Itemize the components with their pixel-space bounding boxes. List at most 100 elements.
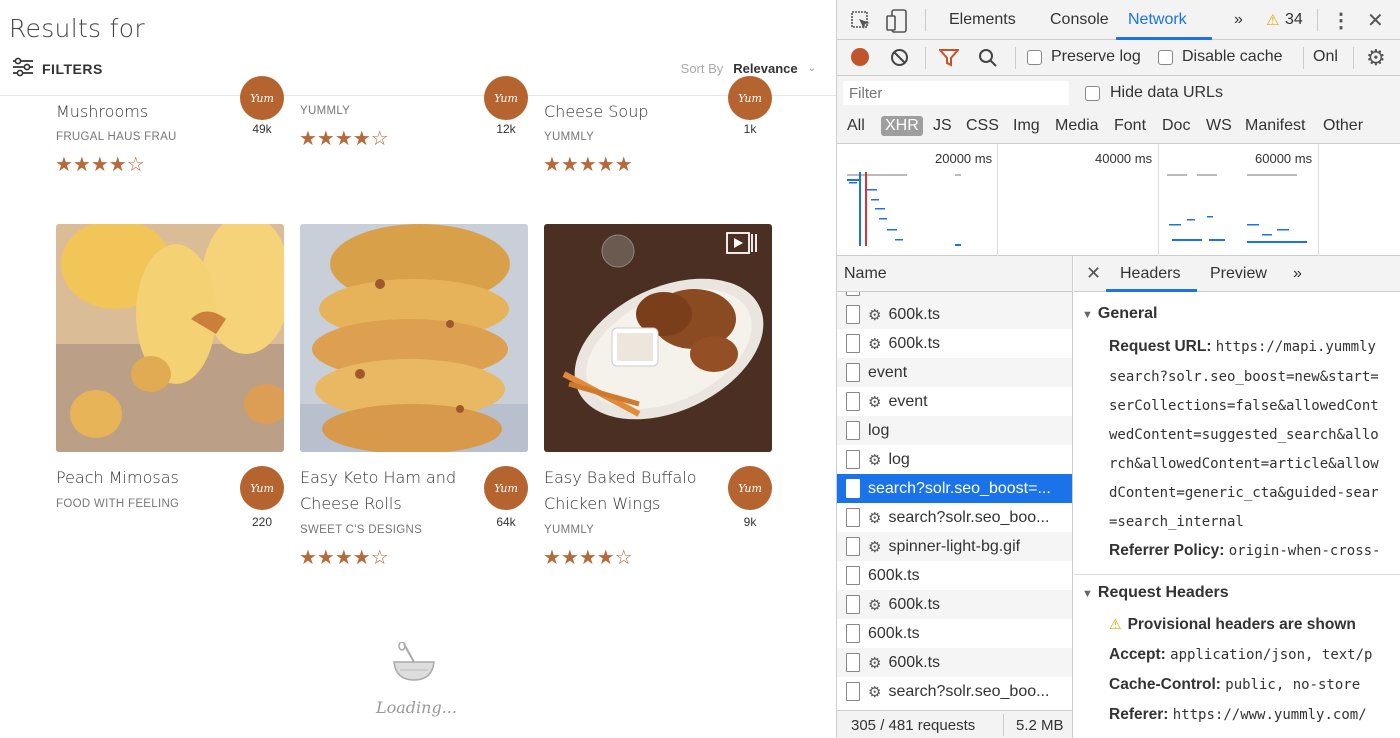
request-url-line: =search_internal <box>1109 514 1244 530</box>
recipe-title[interactable]: Cheese Soup <box>544 99 649 125</box>
recipe-source[interactable]: SWEET C'S DESIGNS <box>300 524 422 536</box>
chevron-down-icon: ⌄ <box>807 63 816 74</box>
hide-data-urls-checkbox[interactable] <box>1085 85 1100 103</box>
type-filter-xhr[interactable]: XHR <box>881 116 923 136</box>
clear-icon[interactable] <box>890 48 909 72</box>
name-column-header[interactable]: Name <box>844 265 887 283</box>
settings-gear-icon[interactable]: ⚙ <box>1366 45 1386 71</box>
yum-button[interactable]: Yum <box>728 76 772 120</box>
preserve-log-label[interactable]: Preserve log <box>1051 48 1141 66</box>
disable-cache-label[interactable]: Disable cache <box>1182 48 1283 66</box>
filter-input[interactable] <box>843 81 1069 105</box>
service-worker-gear-icon: ⚙ <box>868 393 882 411</box>
mixing-bowl-icon <box>392 641 436 689</box>
network-overview-timeline[interactable]: 20000 ms 40000 ms 60000 ms <box>837 144 1400 256</box>
request-row[interactable]: ⚙ search?solr.seo_boo... <box>837 677 1072 706</box>
tab-preview[interactable]: Preview <box>1210 265 1267 283</box>
yum-count: 49k <box>252 122 272 136</box>
kebab-menu-icon[interactable]: ⋮ <box>1331 8 1351 33</box>
more-tabs-button[interactable]: » <box>1234 11 1243 29</box>
document-icon <box>846 624 860 643</box>
request-list-header[interactable]: Name <box>837 256 1073 292</box>
request-row[interactable]: 600k.ts <box>837 561 1072 590</box>
general-section-toggle[interactable]: ▼ General <box>1082 305 1157 323</box>
device-toolbar-icon[interactable] <box>886 9 908 38</box>
filter-funnel-icon[interactable] <box>937 48 961 72</box>
type-filter-img[interactable]: Img <box>1013 117 1040 135</box>
type-filter-font[interactable]: Font <box>1114 117 1146 135</box>
type-filter-manifest[interactable]: Manifest <box>1245 117 1305 135</box>
disable-cache-checkbox[interactable] <box>1158 49 1173 67</box>
close-icon[interactable]: ✕ <box>1086 263 1101 284</box>
request-row[interactable]: ⚙ search?solr.seo_boo... <box>837 503 1072 532</box>
request-row[interactable]: ⚙ event <box>837 387 1072 416</box>
tab-console[interactable]: Console <box>1050 11 1109 29</box>
sort-label: Sort By <box>680 61 724 76</box>
request-headers-section-toggle[interactable]: ▼ Request Headers <box>1082 584 1229 602</box>
request-list[interactable]: ⚙ 600k.ts ⚙ 600k.ts event ⚙ event log ⚙ log search… <box>837 292 1073 710</box>
recipe-title[interactable]: Easy Keto Ham and <box>300 465 456 491</box>
inspect-element-icon[interactable] <box>850 10 872 37</box>
recipe-image-buffalo-wings[interactable] <box>544 224 772 452</box>
recipe-image-keto-ham-rolls[interactable] <box>300 224 528 452</box>
throttling-select[interactable]: Onl <box>1313 48 1338 66</box>
type-filter-doc[interactable]: Doc <box>1162 117 1190 135</box>
recipe-title-line2[interactable]: Chicken Wings <box>544 491 660 517</box>
recipe-source[interactable]: FRUGAL HAUS FRAU <box>56 131 177 143</box>
document-icon <box>846 508 860 527</box>
request-row[interactable]: ⚙ 600k.ts <box>837 590 1072 619</box>
request-row[interactable]: ⚙ 600k.ts <box>837 329 1072 358</box>
network-filter-bar: Hide data URLs All XHR JS CSS Img Media … <box>837 76 1400 144</box>
record-icon[interactable] <box>851 48 869 66</box>
recipe-title[interactable]: Peach Mimosas <box>56 465 179 491</box>
filters-button[interactable]: FILTERS <box>12 57 103 80</box>
yum-button[interactable]: Yum <box>240 466 284 510</box>
sort-dropdown[interactable]: Sort By Relevance ⌄ <box>681 61 816 76</box>
type-filter-js[interactable]: JS <box>933 117 952 135</box>
request-row[interactable]: log <box>837 416 1072 445</box>
request-row[interactable]: ⚙ log <box>837 445 1072 474</box>
document-icon <box>846 566 860 585</box>
header-key: Referer: <box>1109 706 1169 723</box>
request-row[interactable]: ⚙ 600k.ts <box>837 648 1072 677</box>
type-filter-other[interactable]: Other <box>1323 117 1363 135</box>
recipe-title-line2[interactable]: Cheese Rolls <box>300 491 402 517</box>
tab-headers[interactable]: Headers <box>1120 265 1180 283</box>
section-divider <box>1074 574 1400 575</box>
warning-count[interactable]: 34 <box>1285 11 1303 29</box>
type-filter-all[interactable]: All <box>847 117 865 135</box>
divider <box>925 9 926 31</box>
search-icon[interactable] <box>978 48 998 73</box>
request-row[interactable]: ⚙ spinner-light-bg.gif <box>837 532 1072 561</box>
warning-icon[interactable]: ⚠ <box>1266 11 1279 29</box>
recipe-image-peach-mimosas[interactable] <box>56 224 284 452</box>
recipe-source[interactable]: YUMMLY <box>544 131 594 143</box>
recipe-title[interactable]: Easy Baked Buffalo <box>544 465 697 491</box>
header-value: https://www.yummly.com/ <box>1172 707 1367 723</box>
yum-button[interactable]: Yum <box>484 466 528 510</box>
request-row[interactable]: event <box>837 358 1072 387</box>
preserve-log-checkbox[interactable] <box>1027 49 1042 67</box>
type-filter-ws[interactable]: WS <box>1206 117 1232 135</box>
yum-button[interactable]: Yum <box>484 76 528 120</box>
type-filter-media[interactable]: Media <box>1055 117 1099 135</box>
yum-count: 1k <box>743 122 757 136</box>
hide-data-urls-label[interactable]: Hide data URLs <box>1110 84 1223 102</box>
more-tabs-button[interactable]: » <box>1293 265 1302 283</box>
yum-button[interactable]: Yum <box>728 466 772 510</box>
request-row[interactable]: search?solr.seo_boost=... <box>837 474 1072 503</box>
service-worker-gear-icon: ⚙ <box>868 683 882 701</box>
request-row[interactable]: 600k.ts <box>837 619 1072 648</box>
recipe-source[interactable]: YUMMLY <box>300 105 350 117</box>
recipe-title[interactable]: Mushrooms <box>56 99 148 125</box>
document-icon <box>846 653 860 672</box>
request-row[interactable]: ⚙ 600k.ts <box>837 300 1072 329</box>
document-icon <box>846 305 860 324</box>
yum-button[interactable]: Yum <box>240 76 284 120</box>
recipe-source[interactable]: FOOD WITH FEELING <box>56 498 179 510</box>
recipe-source[interactable]: YUMMLY <box>544 524 594 536</box>
tab-network[interactable]: Network <box>1128 11 1187 29</box>
close-icon[interactable]: ✕ <box>1367 8 1384 33</box>
type-filter-css[interactable]: CSS <box>966 117 999 135</box>
tab-elements[interactable]: Elements <box>949 11 1016 29</box>
